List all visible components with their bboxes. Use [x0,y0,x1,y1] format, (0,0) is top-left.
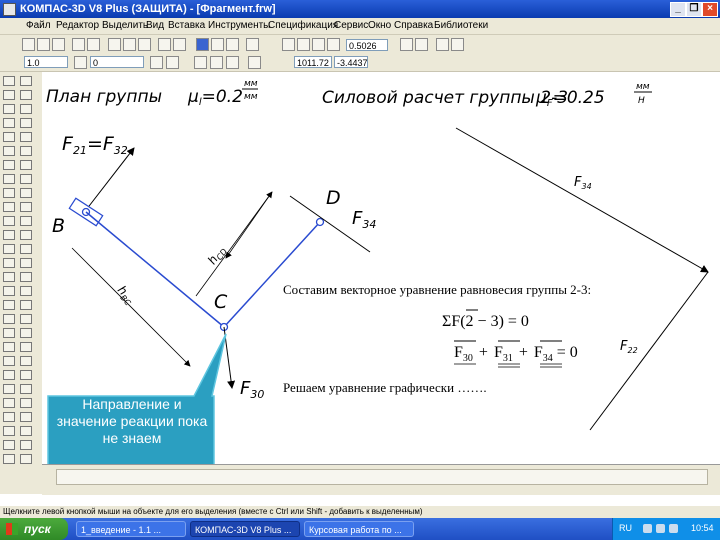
link-bc [85,211,225,328]
start-button[interactable]: пуск [0,518,68,540]
windows-logo-icon [6,523,18,535]
plan-title: План группы [46,87,162,107]
h-cd-label: hCD [205,243,229,268]
mu-f-unit-top: мм [636,82,650,92]
tray-icon-3[interactable] [669,524,678,533]
equation-solve: Решаем уравнение графически ……. [283,380,487,395]
mu-f-unit-bottom: Н [638,96,645,106]
force-f30-label: F30 [240,378,264,401]
point-d-label: D [326,187,341,209]
force-f21-arrow [85,147,135,211]
polygon-f22-vector [589,271,709,431]
tray-icon-2[interactable] [656,524,665,533]
h-bc-label: hBC [113,283,138,308]
mu-l-symbol: μl=0.2 [187,87,243,108]
joint-d [315,217,325,227]
h-cd-dimension-2 [225,191,273,259]
force-title: Силовой расчет группы 2-3 [322,88,568,108]
polygon-f22-label: F22 [620,339,638,355]
polygon-f34-label: F34 [574,175,592,191]
mu-f-symbol: μF=0.25 [535,88,605,109]
property-bar-field [56,469,708,485]
point-b-label: B [52,215,65,237]
mu-l-unit-bottom: мм [244,92,258,102]
point-c-label: C [214,291,228,313]
h-bc-dimension [71,247,191,367]
tray-icon-1[interactable] [643,524,652,533]
polygon-f34-vector [455,127,709,273]
language-indicator[interactable]: RU [619,523,632,533]
taskbar-item-coursework[interactable]: Курсовая работа по ... [304,521,414,537]
h-cd-dimension [195,191,273,297]
force-f34-label: F34 [352,208,376,231]
mu-l-unit-top: мм [244,79,258,89]
taskbar-item-presentation[interactable]: 1_введение - 1.1 ... [76,521,186,537]
clock: 10:54 [691,523,714,533]
equation-intro: Составим векторное уравнение равновесия … [283,282,591,297]
equation-sum: ΣF(2 − 3) = 0 [442,313,529,330]
taskbar: пуск 1_введение - 1.1 ... КОМПАС-3D V8 P… [0,518,720,540]
system-tray: RU 10:54 [612,518,720,540]
property-bar [42,464,720,495]
taskbar-item-kompas[interactable]: КОМПАС-3D V8 Plus ... [190,521,300,537]
equation-vector-sum: F30 + F31 + F34 = 0 [454,344,578,364]
force-f21-label: F21=F32 [62,133,128,157]
status-hint: Щелкните левой кнопкой мыши на объекте д… [0,506,720,518]
